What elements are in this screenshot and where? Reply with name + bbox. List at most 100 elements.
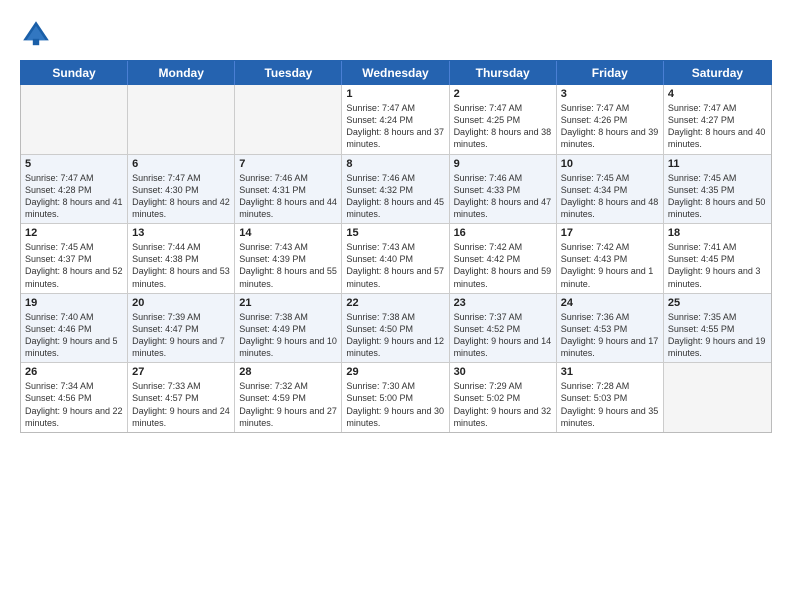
calendar-header: SundayMondayTuesdayWednesdayThursdayFrid…	[21, 61, 771, 85]
day-number: 19	[25, 297, 123, 309]
day-cell-30: 30 Sunrise: 7:29 AM Sunset: 5:02 PM Dayli…	[450, 363, 557, 432]
day-number: 16	[454, 227, 552, 239]
day-cell-26: 26 Sunrise: 7:34 AM Sunset: 4:56 PM Dayli…	[21, 363, 128, 432]
logo-icon	[20, 18, 52, 50]
day-cell-1: 1Sunrise: 7:47 AM Sunset: 4:24 PM Daylig…	[342, 85, 449, 154]
empty-cell	[21, 85, 128, 154]
calendar-row-2: 5 Sunrise: 7:47 AM Sunset: 4:28 PM Daylig…	[21, 155, 771, 225]
calendar-body: 1Sunrise: 7:47 AM Sunset: 4:24 PM Daylig…	[21, 85, 771, 432]
calendar-header-wrapper: SundayMondayTuesdayWednesdayThursdayFrid…	[20, 60, 772, 85]
day-info: Sunrise: 7:36 AM Sunset: 4:53 PM Dayligh…	[561, 311, 659, 360]
day-number: 2	[454, 88, 552, 100]
day-number: 17	[561, 227, 659, 239]
day-of-week-saturday: Saturday	[664, 61, 771, 85]
day-info: Sunrise: 7:35 AM Sunset: 4:55 PM Dayligh…	[668, 311, 767, 360]
calendar: SundayMondayTuesdayWednesdayThursdayFrid…	[20, 60, 772, 602]
day-number: 20	[132, 297, 230, 309]
day-number: 28	[239, 366, 337, 378]
empty-cell	[235, 85, 342, 154]
day-info: Sunrise: 7:47 AM Sunset: 4:28 PM Dayligh…	[25, 172, 123, 221]
day-number: 6	[132, 158, 230, 170]
day-info: Sunrise: 7:43 AM Sunset: 4:39 PM Dayligh…	[239, 241, 337, 290]
day-info: Sunrise: 7:43 AM Sunset: 4:40 PM Dayligh…	[346, 241, 444, 290]
day-info: Sunrise: 7:44 AM Sunset: 4:38 PM Dayligh…	[132, 241, 230, 290]
day-cell-14: 14 Sunrise: 7:43 AM Sunset: 4:39 PM Dayli…	[235, 224, 342, 293]
day-number: 21	[239, 297, 337, 309]
day-number: 10	[561, 158, 659, 170]
day-number: 22	[346, 297, 444, 309]
day-info: Sunrise: 7:34 AM Sunset: 4:56 PM Dayligh…	[25, 380, 123, 429]
day-cell-25: 25 Sunrise: 7:35 AM Sunset: 4:55 PM Dayli…	[664, 294, 771, 363]
day-info: Sunrise: 7:33 AM Sunset: 4:57 PM Dayligh…	[132, 380, 230, 429]
day-cell-22: 22 Sunrise: 7:38 AM Sunset: 4:50 PM Dayli…	[342, 294, 449, 363]
day-of-week-tuesday: Tuesday	[235, 61, 342, 85]
day-number: 29	[346, 366, 444, 378]
day-info: Sunrise: 7:47 AM Sunset: 4:25 PM Dayligh…	[454, 102, 552, 151]
day-info: Sunrise: 7:29 AM Sunset: 5:02 PM Dayligh…	[454, 380, 552, 429]
day-number: 31	[561, 366, 659, 378]
day-info: Sunrise: 7:46 AM Sunset: 4:32 PM Dayligh…	[346, 172, 444, 221]
day-number: 30	[454, 366, 552, 378]
day-info: Sunrise: 7:42 AM Sunset: 4:42 PM Dayligh…	[454, 241, 552, 290]
day-cell-21: 21 Sunrise: 7:38 AM Sunset: 4:49 PM Dayli…	[235, 294, 342, 363]
day-of-week-thursday: Thursday	[450, 61, 557, 85]
page: SundayMondayTuesdayWednesdayThursdayFrid…	[0, 0, 792, 612]
day-info: Sunrise: 7:47 AM Sunset: 4:30 PM Dayligh…	[132, 172, 230, 221]
day-info: Sunrise: 7:45 AM Sunset: 4:34 PM Dayligh…	[561, 172, 659, 221]
day-number: 13	[132, 227, 230, 239]
day-number: 27	[132, 366, 230, 378]
day-info: Sunrise: 7:32 AM Sunset: 4:59 PM Dayligh…	[239, 380, 337, 429]
empty-cell	[664, 363, 771, 432]
day-number: 14	[239, 227, 337, 239]
day-info: Sunrise: 7:45 AM Sunset: 4:35 PM Dayligh…	[668, 172, 767, 221]
day-cell-15: 15Sunrise: 7:43 AM Sunset: 4:40 PM Dayli…	[342, 224, 449, 293]
day-number: 5	[25, 158, 123, 170]
calendar-row-3: 12 Sunrise: 7:45 AM Sunset: 4:37 PM Dayli…	[21, 224, 771, 294]
day-number: 7	[239, 158, 337, 170]
calendar-row-5: 26 Sunrise: 7:34 AM Sunset: 4:56 PM Dayli…	[21, 363, 771, 432]
day-info: Sunrise: 7:37 AM Sunset: 4:52 PM Dayligh…	[454, 311, 552, 360]
day-info: Sunrise: 7:28 AM Sunset: 5:03 PM Dayligh…	[561, 380, 659, 429]
day-cell-31: 31 Sunrise: 7:28 AM Sunset: 5:03 PM Dayli…	[557, 363, 664, 432]
day-number: 9	[454, 158, 552, 170]
day-of-week-wednesday: Wednesday	[342, 61, 449, 85]
day-info: Sunrise: 7:41 AM Sunset: 4:45 PM Dayligh…	[668, 241, 767, 290]
day-cell-12: 12 Sunrise: 7:45 AM Sunset: 4:37 PM Dayli…	[21, 224, 128, 293]
day-of-week-friday: Friday	[557, 61, 664, 85]
day-of-week-monday: Monday	[128, 61, 235, 85]
calendar-row-4: 19Sunrise: 7:40 AM Sunset: 4:46 PM Dayli…	[21, 294, 771, 364]
day-cell-11: 11 Sunrise: 7:45 AM Sunset: 4:35 PM Dayli…	[664, 155, 771, 224]
day-cell-24: 24Sunrise: 7:36 AM Sunset: 4:53 PM Dayli…	[557, 294, 664, 363]
day-info: Sunrise: 7:38 AM Sunset: 4:49 PM Dayligh…	[239, 311, 337, 360]
day-cell-13: 13 Sunrise: 7:44 AM Sunset: 4:38 PM Dayli…	[128, 224, 235, 293]
day-number: 23	[454, 297, 552, 309]
day-cell-27: 27 Sunrise: 7:33 AM Sunset: 4:57 PM Dayli…	[128, 363, 235, 432]
day-cell-16: 16 Sunrise: 7:42 AM Sunset: 4:42 PM Dayli…	[450, 224, 557, 293]
day-number: 1	[346, 88, 444, 100]
day-cell-9: 9 Sunrise: 7:46 AM Sunset: 4:33 PM Daylig…	[450, 155, 557, 224]
day-info: Sunrise: 7:47 AM Sunset: 4:27 PM Dayligh…	[668, 102, 767, 151]
day-info: Sunrise: 7:47 AM Sunset: 4:26 PM Dayligh…	[561, 102, 659, 151]
calendar-row-1: 1Sunrise: 7:47 AM Sunset: 4:24 PM Daylig…	[21, 85, 771, 155]
day-cell-6: 6 Sunrise: 7:47 AM Sunset: 4:30 PM Daylig…	[128, 155, 235, 224]
day-cell-18: 18Sunrise: 7:41 AM Sunset: 4:45 PM Dayli…	[664, 224, 771, 293]
day-cell-19: 19Sunrise: 7:40 AM Sunset: 4:46 PM Dayli…	[21, 294, 128, 363]
day-cell-23: 23 Sunrise: 7:37 AM Sunset: 4:52 PM Dayli…	[450, 294, 557, 363]
day-info: Sunrise: 7:38 AM Sunset: 4:50 PM Dayligh…	[346, 311, 444, 360]
day-number: 8	[346, 158, 444, 170]
day-cell-20: 20Sunrise: 7:39 AM Sunset: 4:47 PM Dayli…	[128, 294, 235, 363]
header	[20, 18, 772, 50]
day-cell-3: 3Sunrise: 7:47 AM Sunset: 4:26 PM Daylig…	[557, 85, 664, 154]
day-number: 12	[25, 227, 123, 239]
day-cell-10: 10 Sunrise: 7:45 AM Sunset: 4:34 PM Dayli…	[557, 155, 664, 224]
day-info: Sunrise: 7:46 AM Sunset: 4:33 PM Dayligh…	[454, 172, 552, 221]
day-cell-17: 17Sunrise: 7:42 AM Sunset: 4:43 PM Dayli…	[557, 224, 664, 293]
day-info: Sunrise: 7:46 AM Sunset: 4:31 PM Dayligh…	[239, 172, 337, 221]
day-cell-7: 7 Sunrise: 7:46 AM Sunset: 4:31 PM Daylig…	[235, 155, 342, 224]
logo	[20, 18, 56, 50]
calendar-body-border: 1Sunrise: 7:47 AM Sunset: 4:24 PM Daylig…	[20, 85, 772, 433]
day-info: Sunrise: 7:45 AM Sunset: 4:37 PM Dayligh…	[25, 241, 123, 290]
day-number: 11	[668, 158, 767, 170]
day-number: 26	[25, 366, 123, 378]
day-number: 25	[668, 297, 767, 309]
